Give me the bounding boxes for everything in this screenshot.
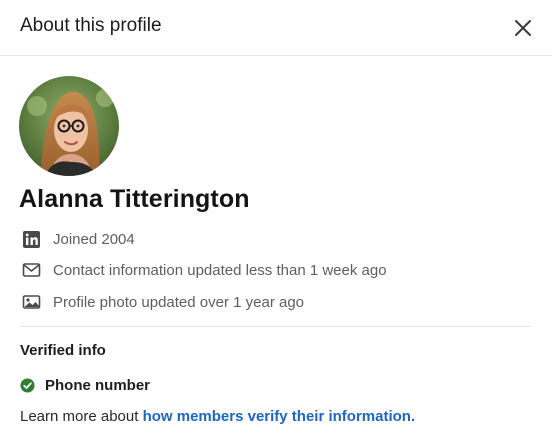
learn-more-text: Learn more about how members verify thei… [20,408,415,425]
profile-photo [19,76,119,176]
dialog-title: About this profile [20,15,162,36]
photo-info: Profile photo updated over 1 year ago [20,291,304,313]
contact-info: Contact information updated less than 1 … [20,259,387,281]
section-divider [20,326,531,327]
linkedin-icon [20,228,42,250]
contact-text: Contact information updated less than 1 … [53,261,387,279]
learn-more-prefix: Learn more about [20,408,143,425]
about-profile-dialog: About this profile Alanna Titterington J… [0,0,552,444]
verify-info-link[interactable]: how members verify their information. [143,408,416,425]
close-button[interactable] [509,14,537,42]
photo-text: Profile photo updated over 1 year ago [53,293,305,311]
joined-text: Joined 2004 [53,230,135,248]
profile-name: Alanna Titterington [19,185,250,213]
joined-info: Joined 2004 [20,228,135,250]
verified-item-phone: Phone number [20,375,150,395]
verified-item-label: Phone number [45,376,151,394]
image-icon [20,291,42,313]
close-icon [515,20,531,36]
mail-icon [20,259,42,281]
profile-avatar [19,76,119,176]
check-circle-icon [20,378,35,393]
dialog-header: About this profile [0,0,552,56]
verified-info-title: Verified info [20,342,106,359]
